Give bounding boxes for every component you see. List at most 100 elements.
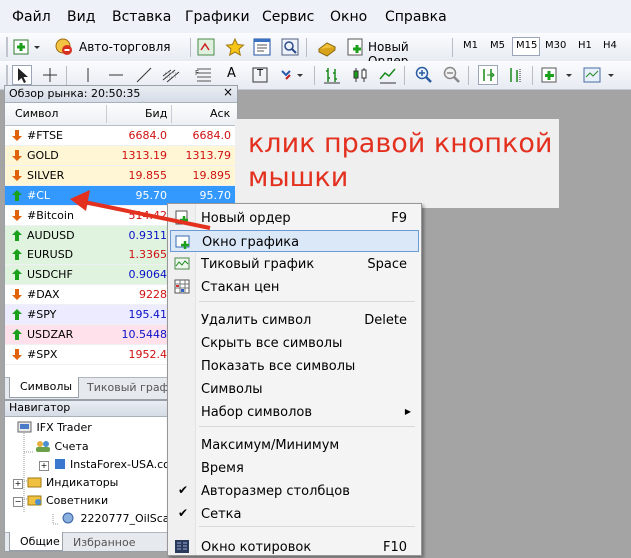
timeframe-m30[interactable]: M30 xyxy=(545,40,566,51)
checkmark-icon: ✔ xyxy=(178,506,189,520)
label-tool-letter: T xyxy=(257,68,264,79)
text-tool-button[interactable]: A xyxy=(222,65,242,85)
row-symbol: AUDUSD xyxy=(27,228,75,242)
timeframe-m15[interactable]: M15 xyxy=(516,40,537,51)
arrows-dropdown-button[interactable] xyxy=(278,65,306,85)
close-icon[interactable]: × xyxy=(223,85,233,99)
expand-icon[interactable]: + xyxy=(39,461,49,471)
column-symbol[interactable]: Символ xyxy=(15,107,58,120)
zoom-in-icon xyxy=(415,66,432,83)
line-chart-button[interactable] xyxy=(378,65,398,85)
equidistant-channel-button[interactable] xyxy=(160,65,184,85)
terminal-button[interactable] xyxy=(280,37,300,57)
text-label-button[interactable]: T xyxy=(250,65,270,85)
crosshair-icon xyxy=(43,68,57,82)
autoscroll-button[interactable] xyxy=(478,65,498,85)
tree-label-root: IFX Trader xyxy=(36,421,92,434)
menubar: Файл Вид Вставка Графики Сервис Окно Спр… xyxy=(0,0,631,34)
tree-experts[interactable]: − Советники xyxy=(13,493,108,507)
separator xyxy=(306,38,307,57)
cursor-button[interactable] xyxy=(12,65,32,85)
arrow-up-icon xyxy=(12,229,22,241)
separator xyxy=(468,66,469,85)
zoom-out-button[interactable] xyxy=(442,65,462,85)
column-bid[interactable]: Бид xyxy=(145,107,167,120)
bar-chart-button[interactable] xyxy=(322,65,342,85)
menu-item-depth-of-market[interactable]: Стакан цен xyxy=(170,276,419,298)
timeframe-m1[interactable]: M1 xyxy=(463,40,478,51)
market-watch-button[interactable] xyxy=(196,37,216,57)
market-watch-row[interactable]: #FTSE 6684.0 6684.0 xyxy=(5,126,237,146)
collapse-icon[interactable]: − xyxy=(13,497,23,507)
templates-dropdown-button[interactable] xyxy=(582,65,618,85)
menu-item-symbols[interactable]: Символы xyxy=(170,378,419,400)
timeframe-h4[interactable]: H4 xyxy=(603,40,617,51)
chart-shift-button[interactable] xyxy=(506,65,526,85)
indicators-dropdown-button[interactable] xyxy=(540,65,576,85)
market-watch-row[interactable]: GOLD 1313.19 1313.79 xyxy=(5,145,237,166)
new-order-button[interactable]: Новый Ордер xyxy=(346,37,446,68)
tab-favorites[interactable]: Избранное xyxy=(73,536,135,549)
tab-common[interactable]: Общие xyxy=(9,532,63,551)
toolbar-grip xyxy=(6,37,8,57)
tree-indicators[interactable]: + Индикаторы xyxy=(13,475,118,489)
menu-item-new-order[interactable]: Новый ордер F9 xyxy=(170,207,419,229)
market-watch-icon xyxy=(197,38,215,56)
menu-item-label: Сетка xyxy=(201,507,242,522)
zoom-in-button[interactable] xyxy=(414,65,434,85)
crosshair-button[interactable] xyxy=(40,65,60,85)
menu-item-time[interactable]: Время xyxy=(170,457,419,479)
auto-trading-button[interactable]: Авто-торговля xyxy=(54,37,184,57)
menu-item-show-all-symbols[interactable]: Показать все символы xyxy=(170,355,419,377)
menu-item-chart-window[interactable]: Окно графика xyxy=(170,230,419,252)
market-watch-header: Символ Бид Аск xyxy=(5,103,237,126)
favorites-button[interactable] xyxy=(224,37,246,57)
menu-item-tick-chart[interactable]: Тиковый график Space xyxy=(170,253,419,275)
tree-label-expert: 2220777_OilScalper xyxy=(80,512,168,525)
quotes-window-icon xyxy=(175,540,189,553)
candlestick-button[interactable] xyxy=(350,65,370,85)
tree-expert-item[interactable]: 2220777_OilScalper xyxy=(61,511,168,525)
meta-editor-button[interactable] xyxy=(316,37,338,57)
row-ask: 1313.79 xyxy=(185,148,232,162)
navigator-button[interactable] xyxy=(252,37,272,57)
column-divider[interactable] xyxy=(171,105,172,123)
menu-item-quotes-window[interactable]: Окно котировок F10 xyxy=(170,536,419,558)
separator xyxy=(532,66,533,85)
new-chart-button[interactable] xyxy=(12,37,44,57)
menu-window[interactable]: Окно xyxy=(330,9,367,25)
menu-item-autosize-columns[interactable]: ✔ Авторазмер столбцов xyxy=(170,480,419,502)
market-watch-row[interactable]: SILVER 19.855 19.895 xyxy=(5,165,237,186)
menu-tools[interactable]: Сервис xyxy=(262,9,314,25)
menu-separator xyxy=(199,526,415,527)
arrow-down-icon xyxy=(12,209,22,221)
timeframe-h1[interactable]: H1 xyxy=(578,40,592,51)
row-bid: 10.5448 xyxy=(121,328,168,341)
tree-accounts[interactable]: Счета xyxy=(35,439,89,453)
menu-item-hide-all-symbols[interactable]: Скрыть все символы xyxy=(170,332,419,354)
menu-item-remove-symbol[interactable]: Удалить символ Delete xyxy=(170,309,419,331)
menu-item-grid[interactable]: ✔ Сетка xyxy=(170,503,419,525)
arrow-down-icon xyxy=(12,169,22,181)
menu-insert[interactable]: Вставка xyxy=(112,9,171,25)
menu-item-high-low[interactable]: Максимум/Минимум xyxy=(170,434,419,456)
menu-view[interactable]: Вид xyxy=(67,9,95,25)
column-ask[interactable]: Аск xyxy=(210,107,230,120)
expand-icon[interactable]: + xyxy=(13,479,23,489)
tree-root[interactable]: IFX Trader xyxy=(17,420,92,434)
vertical-line-button[interactable] xyxy=(78,65,98,85)
tab-symbols[interactable]: Символы xyxy=(9,377,79,398)
horizontal-line-button[interactable] xyxy=(106,65,126,85)
trendline-button[interactable] xyxy=(134,65,154,85)
cursor-icon xyxy=(18,68,28,83)
timeframe-m5[interactable]: M5 xyxy=(490,40,505,51)
row-bid: 0.9311 xyxy=(128,228,168,242)
column-divider[interactable] xyxy=(106,105,107,123)
menu-charts[interactable]: Графики xyxy=(185,9,250,25)
menu-item-symbol-sets[interactable]: Набор символов ▶ xyxy=(170,401,419,423)
tree-account-server[interactable]: + InstaForex-USA.com xyxy=(39,457,167,471)
menu-help[interactable]: Справка xyxy=(385,9,447,25)
template-icon xyxy=(583,67,614,83)
menu-file[interactable]: Файл xyxy=(12,9,51,25)
fibonacci-button[interactable]: F xyxy=(194,65,214,85)
